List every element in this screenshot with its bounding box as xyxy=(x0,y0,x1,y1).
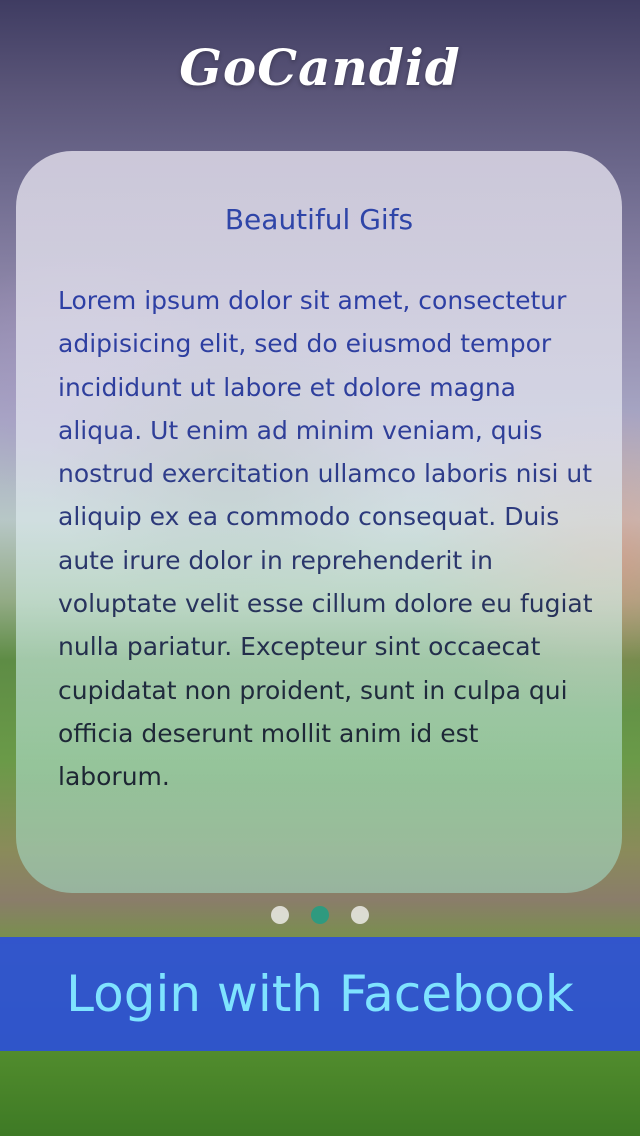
onboarding-card[interactable]: Beautiful Gifs Lorem ipsum dolor sit ame… xyxy=(16,151,622,893)
page-dot-2[interactable] xyxy=(311,906,329,924)
card-title: Beautiful Gifs xyxy=(224,203,414,236)
page-indicator xyxy=(0,906,640,924)
app-logo: GoCandid xyxy=(179,38,461,97)
page-dot-1[interactable] xyxy=(271,906,289,924)
card-body-text: Lorem ipsum dolor sit amet, consectetur … xyxy=(58,279,598,799)
page-dot-3[interactable] xyxy=(351,906,369,924)
login-button-label: Login with Facebook xyxy=(66,965,574,1023)
login-with-facebook-button[interactable]: Login with Facebook xyxy=(0,937,640,1051)
